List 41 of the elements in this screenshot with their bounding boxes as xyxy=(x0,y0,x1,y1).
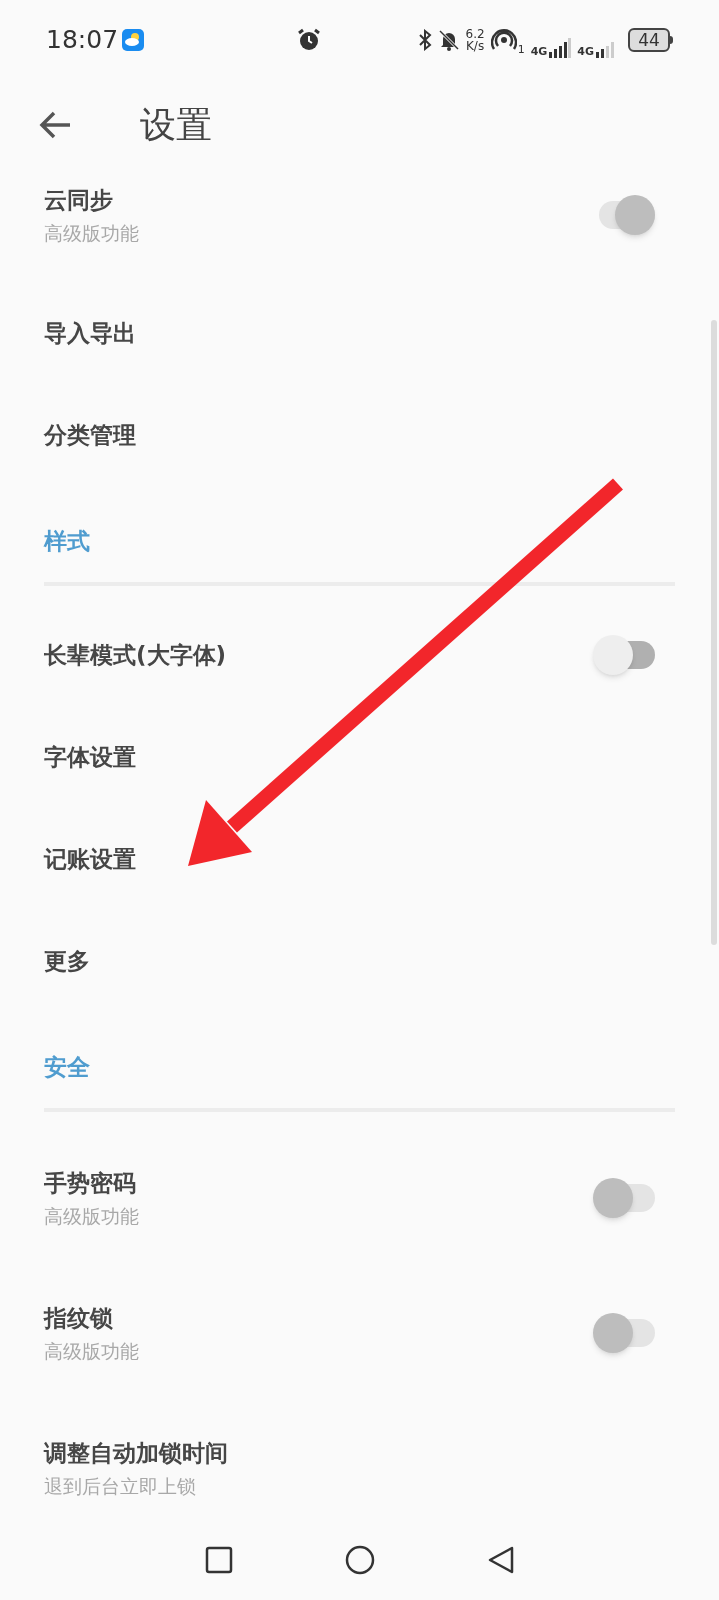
weather-icon xyxy=(122,29,145,51)
settings-row[interactable]: 导入导出 xyxy=(0,282,719,384)
settings-row[interactable]: 字体设置 xyxy=(0,706,719,808)
section-header: 样式 xyxy=(44,526,90,556)
row-title: 导入导出 xyxy=(44,319,136,348)
settings-row[interactable]: 分类管理 xyxy=(0,384,719,486)
settings-row[interactable]: 记账设置 xyxy=(0,808,719,910)
row-title: 云同步 xyxy=(44,185,114,215)
back-arrow-icon[interactable] xyxy=(38,110,72,140)
row-title: 调整自动加锁时间 xyxy=(44,1438,228,1468)
row-title: 分类管理 xyxy=(44,421,136,450)
row-subtitle: 高级版功能 xyxy=(44,1338,139,1363)
row-title: 指纹锁 xyxy=(44,1303,114,1333)
home-icon[interactable] xyxy=(344,1545,375,1575)
bluetooth-icon xyxy=(417,29,432,51)
back-icon[interactable] xyxy=(486,1545,515,1575)
page-title: 设置 xyxy=(140,103,212,147)
row-subtitle: 高级版功能 xyxy=(44,220,139,245)
signal-icon xyxy=(549,38,572,58)
speed-value: 6.2 xyxy=(465,28,485,40)
row-title: 长辈模式(大字体) xyxy=(44,641,227,670)
network-type: 4G xyxy=(530,46,548,58)
row-title: 更多 xyxy=(44,947,90,976)
speed-unit: K/s xyxy=(466,40,485,52)
muted-bell-icon xyxy=(437,29,460,51)
section-header: 安全 xyxy=(44,1052,90,1082)
hotspot-icon xyxy=(490,28,517,52)
row-subtitle: 高级版功能 xyxy=(44,1203,139,1228)
row-title: 字体设置 xyxy=(44,743,136,772)
settings-row[interactable]: 调整自动加锁时间 退到后台立即上锁 xyxy=(0,1400,719,1520)
battery-level: 44 xyxy=(628,28,670,52)
clock-time: 18:07 xyxy=(46,24,119,57)
row-title: 记账设置 xyxy=(44,845,136,874)
network-type: 4G xyxy=(577,46,594,58)
settings-row[interactable]: 长辈模式(大字体) xyxy=(0,604,719,706)
settings-row[interactable]: 更多 xyxy=(0,910,719,1012)
recent-apps-icon[interactable] xyxy=(204,1546,233,1574)
row-title: 手势密码 xyxy=(44,1168,137,1198)
toggle-switch[interactable] xyxy=(593,635,655,675)
row-subtitle: 退到后台立即上锁 xyxy=(44,1473,197,1498)
hotspot-count: 1 xyxy=(517,41,525,58)
